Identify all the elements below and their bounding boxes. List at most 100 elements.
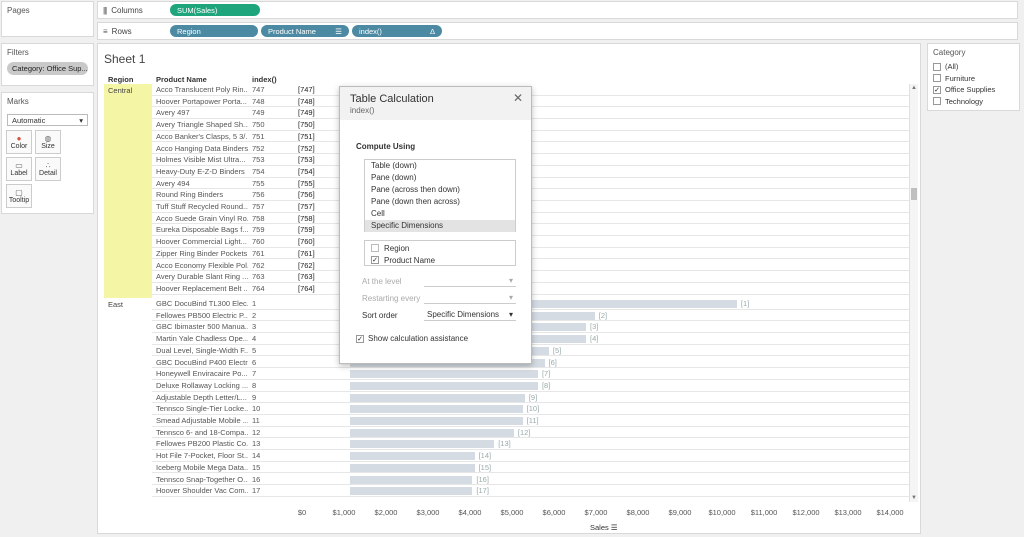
index-cell: 759 <box>252 225 265 235</box>
table-row[interactable]: Tennsco Snap-Together O... 16 [16] <box>152 474 910 486</box>
index-label: [756] <box>298 190 315 200</box>
vertical-scrollbar[interactable]: ▲ ▼ <box>909 84 918 502</box>
table-row[interactable]: Smead Adjustable Mobile ... 11 [11] <box>152 415 910 427</box>
category-filter-pill[interactable]: Category: Office Sup... <box>7 62 88 75</box>
product-name-pill[interactable]: Product Name ☰ <box>261 25 349 37</box>
color-button[interactable]: ● Color <box>6 130 32 154</box>
product-name-header[interactable]: Product Name <box>156 75 207 84</box>
index-label: [751] <box>298 131 315 141</box>
index-cell: 12 <box>252 427 261 437</box>
sum-sales-pill[interactable]: SUM(Sales) <box>170 4 260 16</box>
index-pill[interactable]: index() Δ <box>352 25 442 37</box>
sales-bar[interactable] <box>350 370 538 379</box>
sales-bar[interactable] <box>350 428 514 437</box>
table-row[interactable]: Iceberg Mobile Mega Data... 15 [15] <box>152 462 910 474</box>
compute-using-list[interactable]: Table (down) Pane (down) Pane (across then… <box>364 159 516 232</box>
compute-option[interactable]: Cell <box>365 208 515 220</box>
index-cell: 10 <box>252 404 261 414</box>
sales-bar[interactable] <box>350 452 475 461</box>
scroll-down-icon[interactable]: ▼ <box>911 495 917 501</box>
scroll-up-icon[interactable]: ▲ <box>911 85 917 91</box>
category-option-label: Technology <box>945 96 983 106</box>
table-row[interactable]: Tennsco 6- and 18-Compa... 12 [12] <box>152 427 910 439</box>
compute-option[interactable]: Table (down) <box>365 160 515 172</box>
table-row[interactable]: Adjustable Depth Letter/L... 9 [9] <box>152 392 910 404</box>
product-name-cell: Avery Durable Slant Ring ... <box>156 272 248 282</box>
product-name-cell: Hoover Commercial Light... <box>156 237 247 247</box>
sales-bar[interactable] <box>350 463 475 472</box>
mark-type-dropdown[interactable]: Automatic ▾ <box>7 114 88 126</box>
table-row[interactable]: Tennsco Single-Tier Locke... 10 [10] <box>152 403 910 415</box>
sales-bar[interactable] <box>350 487 473 496</box>
axis-tick-label: $1,000 <box>332 508 356 517</box>
index-cell: 2 <box>252 310 257 320</box>
compute-using-label: Compute Using <box>356 142 416 151</box>
category-option[interactable]: ✓ Office Supplies <box>928 84 1019 96</box>
index-label: [760] <box>298 237 315 247</box>
product-name-cell: GBC Ibimaster 500 Manua... <box>156 322 248 332</box>
sales-bar[interactable] <box>350 417 523 425</box>
category-option[interactable]: (All) <box>928 61 1019 73</box>
compute-option[interactable]: Specific Dimensions <box>365 220 515 232</box>
detail-label: Detail <box>39 170 57 177</box>
table-row[interactable]: Deluxe Rollaway Locking ... 8 [8] <box>152 380 910 392</box>
rows-shelf[interactable]: ≡ Rows Region Product Name ☰ index() Δ <box>97 22 1018 40</box>
dimensions-list[interactable]: Region ✓ Product Name <box>364 240 516 266</box>
label-button[interactable]: ▭ Label <box>6 157 32 181</box>
sales-bar[interactable] <box>350 381 538 390</box>
region-header[interactable]: Region <box>108 75 133 84</box>
axis-tick-label: $7,000 <box>584 508 608 517</box>
index-label: [748] <box>298 96 315 106</box>
bar-label: [12] <box>517 427 531 437</box>
index-label: [754] <box>298 166 315 176</box>
sales-bar[interactable] <box>350 393 525 402</box>
sales-bar[interactable] <box>350 440 495 449</box>
index-cell: 754 <box>252 166 265 176</box>
table-row[interactable]: Fellowes PB200 Plastic Co... 13 [13] <box>152 438 910 451</box>
index-cell: 13 <box>252 439 261 449</box>
compute-option[interactable]: Pane (down then across) <box>365 196 515 208</box>
close-icon[interactable]: ✕ <box>513 91 523 105</box>
dialog-header: Table Calculation index() ✕ <box>340 87 531 120</box>
index-cell: 751 <box>252 131 265 141</box>
sales-bar[interactable] <box>350 475 473 484</box>
category-option[interactable]: Furniture <box>928 73 1019 85</box>
region-pill[interactable]: Region <box>170 25 258 37</box>
at-level-row: At the level ▾ <box>362 275 516 287</box>
product-name-cell: Hoover Replacement Belt ... <box>156 283 248 293</box>
size-button[interactable]: ◍ Size <box>35 130 61 154</box>
region-cell-central[interactable]: Central <box>104 84 152 298</box>
index-header[interactable]: index() <box>252 75 277 84</box>
restarting-every-dropdown[interactable]: ▾ <box>424 292 516 304</box>
detail-button[interactable]: ∴ Detail <box>35 157 61 181</box>
show-calculation-assistance-checkbox[interactable]: ✓ Show calculation assistance <box>356 334 468 343</box>
table-row[interactable]: Hot File 7-Pocket, Floor St... 14 [14] <box>152 450 910 462</box>
dimension-checkbox[interactable]: ✓ Product Name <box>365 254 515 266</box>
compute-option[interactable]: Pane (down) <box>365 172 515 184</box>
scrollbar-thumb[interactable] <box>911 188 917 200</box>
tooltip-button[interactable]: ▢ Tooltip <box>6 184 32 208</box>
category-filter-card: Category (All) Furniture ✓ Office Supplies T… <box>927 43 1020 111</box>
index-label: [749] <box>298 108 315 118</box>
chevron-down-icon: ▾ <box>508 276 513 285</box>
product-name-cell: Hot File 7-Pocket, Floor St... <box>156 451 248 461</box>
sales-bar[interactable] <box>350 405 523 414</box>
columns-shelf[interactable]: ||| Columns SUM(Sales) <box>97 1 1018 19</box>
table-row[interactable]: Honeywell Enviracaire Po... 7 [7] <box>152 368 910 380</box>
filters-title: Filters <box>7 48 29 57</box>
index-label: [747] <box>298 85 315 94</box>
region-cell-east[interactable]: East <box>104 298 152 508</box>
compute-option[interactable]: Pane (across then down) <box>365 184 515 196</box>
index-label: [759] <box>298 225 315 235</box>
category-option[interactable]: Technology <box>928 96 1019 108</box>
product-name-cell: Fellowes PB500 Electric P... <box>156 310 248 320</box>
table-row[interactable]: Hoover Shoulder Vac Com... 17 [17] <box>152 485 910 497</box>
sort-order-dropdown[interactable]: Specific Dimensions ▾ <box>424 309 516 321</box>
at-level-dropdown[interactable]: ▾ <box>424 275 516 287</box>
dimension-checkbox[interactable]: Region <box>365 242 515 254</box>
sort-icon: ☰ <box>335 26 342 36</box>
sort-order-value: Specific Dimensions <box>427 310 500 319</box>
axis-title[interactable]: Sales ☰ <box>590 523 618 532</box>
bar-label: [5] <box>552 345 562 355</box>
axis-tick-label: $10,000 <box>708 508 736 517</box>
